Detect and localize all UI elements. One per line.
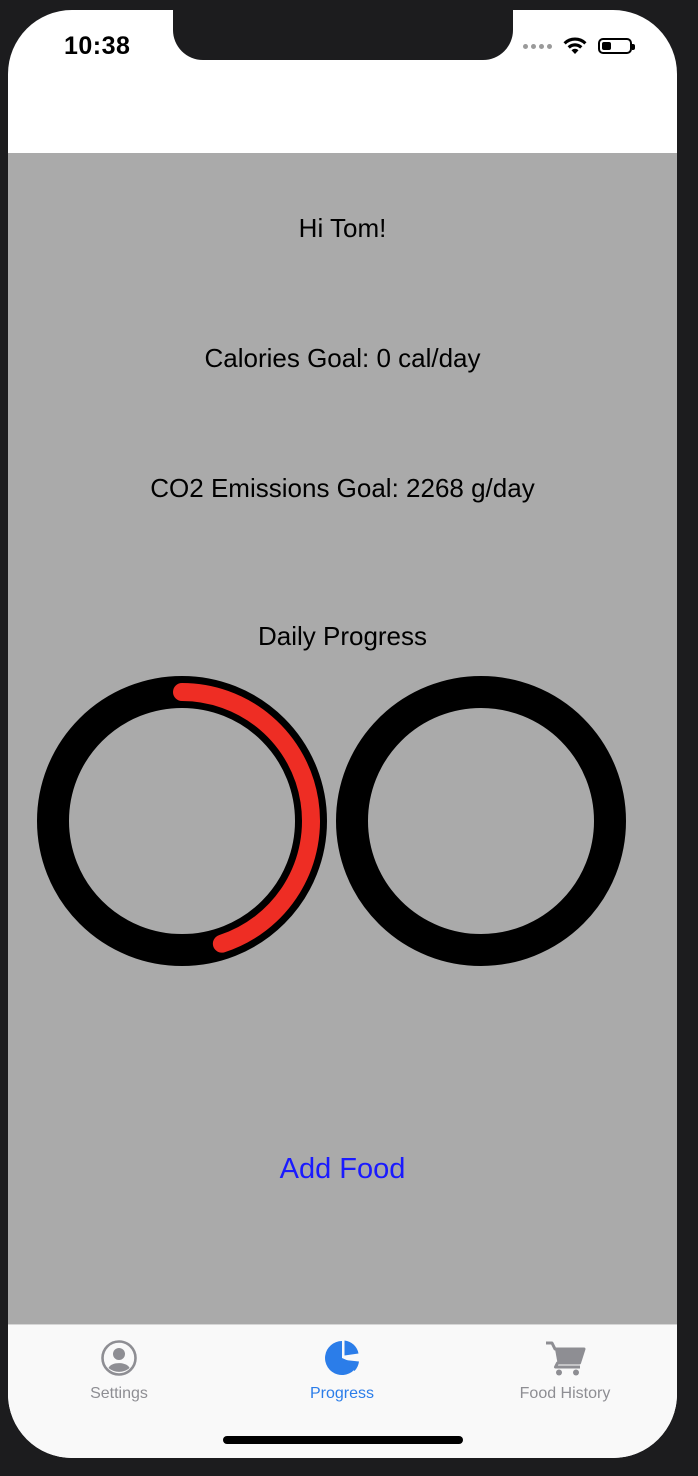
- tab-food-history-label: Food History: [519, 1385, 611, 1402]
- battery-icon: [598, 38, 635, 54]
- wifi-icon: [563, 37, 587, 54]
- notch: [173, 10, 513, 60]
- status-time: 10:38: [64, 32, 131, 60]
- tab-food-history[interactable]: Food History: [465, 1339, 665, 1403]
- status-bar: 10:38: [8, 10, 677, 90]
- co2-progress-ring: [336, 676, 626, 966]
- cart-icon: [546, 1341, 586, 1376]
- tab-settings-label: Settings: [90, 1385, 148, 1402]
- cellular-signal-icon: [523, 43, 552, 49]
- co2-ring-track: [336, 676, 626, 966]
- calories-goal: Calories Goal: 0 cal/day: [204, 343, 481, 373]
- pie-chart-icon: [325, 1340, 359, 1375]
- greeting: Hi Tom!: [298, 213, 387, 243]
- person-circle-icon: [101, 1340, 137, 1376]
- home-indicator: [223, 1436, 463, 1444]
- add-food-button[interactable]: Add Food: [8, 1153, 677, 1186]
- tab-progress-label: Progress: [309, 1385, 375, 1402]
- progress-screen: Hi Tom! Calories Goal: 0 cal/day CO2 Emi…: [8, 153, 677, 1324]
- tab-settings[interactable]: Settings: [19, 1339, 219, 1403]
- daily-progress-rings: [37, 676, 626, 966]
- phone-screen: 10:38 Hi Tom! Calories Goal: 0 cal/day C…: [8, 10, 677, 1458]
- co2-goal: CO2 Emissions Goal: 2268 g/day: [150, 473, 535, 503]
- calories-progress-ring: [37, 676, 327, 966]
- battery-level: [602, 42, 611, 50]
- tab-progress[interactable]: Progress: [242, 1339, 442, 1403]
- status-indicators: [523, 36, 635, 56]
- daily-progress-title: Daily Progress: [257, 621, 428, 651]
